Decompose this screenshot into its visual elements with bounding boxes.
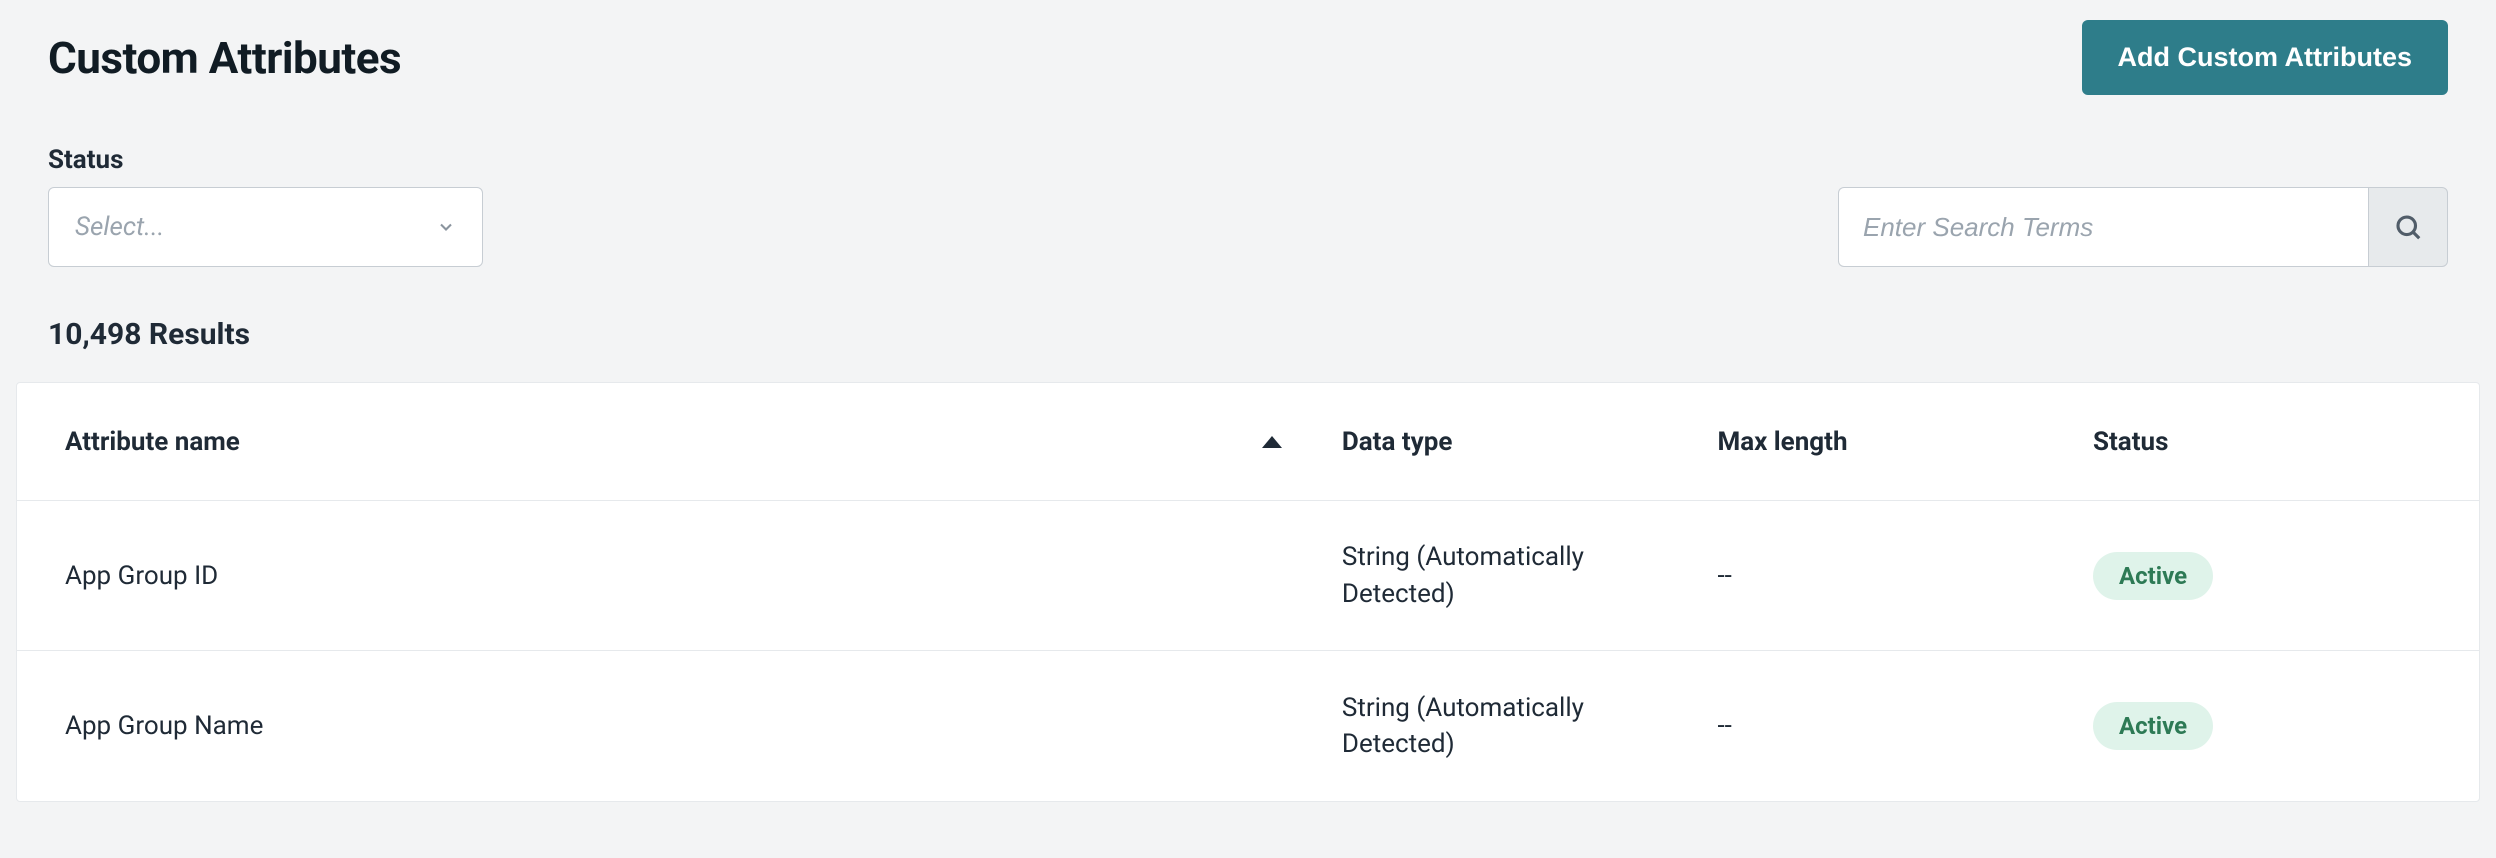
- search-input[interactable]: [1838, 187, 2368, 267]
- status-select-placeholder: Select...: [75, 212, 164, 242]
- column-header-status[interactable]: Status: [2093, 427, 2431, 457]
- page-title: Custom Attributes: [48, 32, 401, 84]
- add-custom-attributes-button[interactable]: Add Custom Attributes: [2082, 20, 2448, 95]
- column-header-data-type[interactable]: Data type: [1342, 427, 1718, 457]
- cell-status: Active: [2093, 702, 2431, 750]
- search-icon: [2393, 212, 2423, 242]
- attributes-table: Attribute name Data type Max length Stat…: [16, 382, 2480, 802]
- column-header-max-length[interactable]: Max length: [1717, 427, 2093, 457]
- cell-data-type: String (Automatically Detected): [1342, 690, 1718, 763]
- status-select[interactable]: Select...: [48, 187, 483, 267]
- status-badge: Active: [2093, 702, 2213, 750]
- cell-max-length: --: [1717, 711, 2093, 741]
- column-header-attribute-name[interactable]: Attribute name: [65, 427, 1342, 457]
- cell-data-type: String (Automatically Detected): [1342, 539, 1718, 612]
- table-header-row: Attribute name Data type Max length Stat…: [17, 383, 2479, 501]
- status-badge: Active: [2093, 552, 2213, 600]
- cell-status: Active: [2093, 552, 2431, 600]
- sort-ascending-icon: [1262, 436, 1282, 448]
- cell-max-length: --: [1717, 561, 2093, 591]
- table-row[interactable]: App Group Name String (Automatically Det…: [17, 651, 2479, 801]
- results-count: 10,498 Results: [48, 317, 2448, 352]
- table-row[interactable]: App Group ID String (Automatically Detec…: [17, 501, 2479, 651]
- search-button[interactable]: [2368, 187, 2448, 267]
- status-filter-label: Status: [48, 145, 483, 175]
- cell-attribute-name: App Group Name: [65, 711, 1342, 741]
- chevron-down-icon: [436, 217, 456, 237]
- column-header-label: Attribute name: [65, 427, 240, 457]
- cell-attribute-name: App Group ID: [65, 561, 1342, 591]
